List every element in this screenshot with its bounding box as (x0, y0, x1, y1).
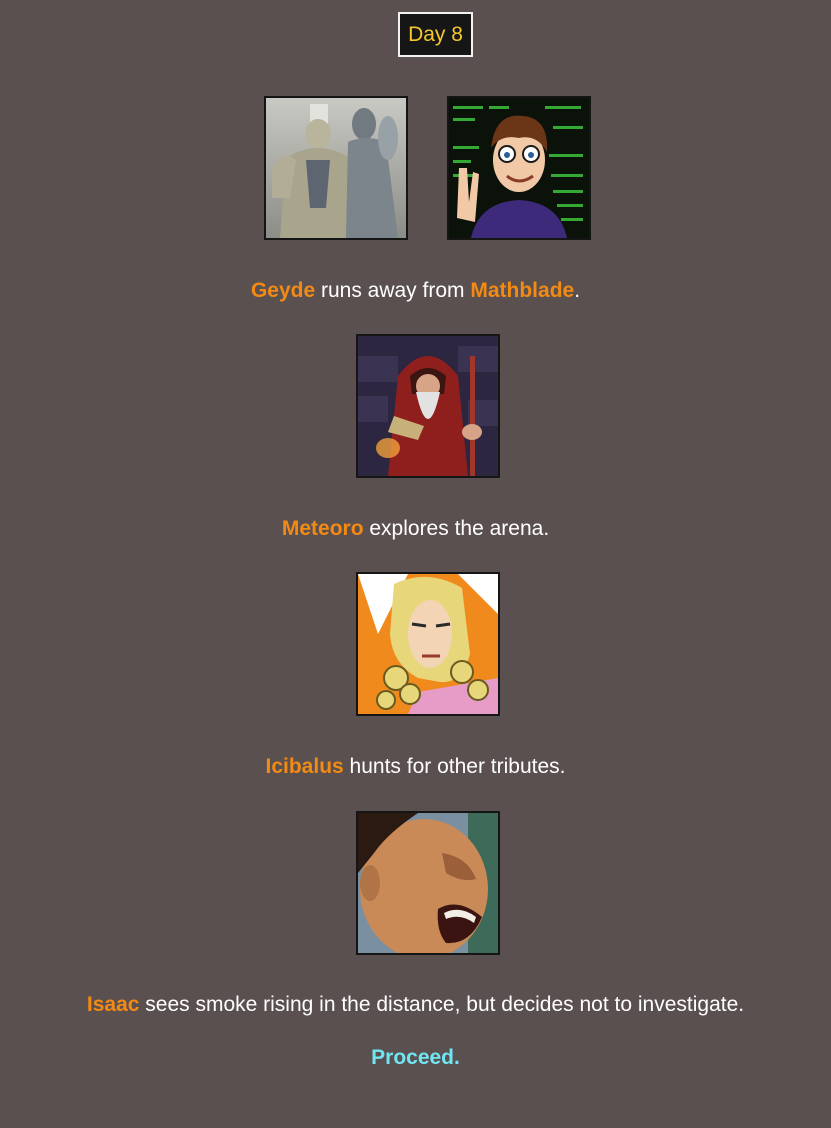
event-text: Isaac sees smoke rising in the distance,… (0, 993, 831, 1017)
event-text: Geyde runs away from Mathblade. (0, 279, 831, 303)
shouting-face-avatar (358, 813, 498, 953)
muscular-figures-avatar (266, 98, 406, 238)
day-label: Day 8 (398, 12, 473, 57)
event-description: runs away from (315, 279, 471, 302)
event-text: Meteoro explores the arena. (0, 517, 831, 541)
event-description: hunts for other tributes. (343, 755, 566, 778)
tribute-avatar-isaac (356, 811, 500, 955)
wizard-avatar (358, 336, 498, 476)
tribute-name: Icibalus (265, 755, 344, 778)
tribute-avatar-geyde (264, 96, 408, 240)
tribute-name: Meteoro (281, 517, 364, 540)
event-description: sees smoke rising in the distance, but d… (139, 993, 745, 1016)
event-description: explores the arena. (363, 517, 550, 540)
tribute-avatar-meteoro (356, 334, 500, 478)
event-punctuation: . (574, 279, 581, 302)
tribute-name: Mathblade (470, 279, 575, 302)
programmer-avatar (449, 98, 589, 238)
event-text: Icibalus hunts for other tributes. (0, 755, 831, 779)
proceed-link[interactable]: Proceed. (0, 1046, 831, 1070)
blonde-character-avatar (358, 574, 498, 714)
tribute-avatar-icibalus (356, 572, 500, 716)
tribute-name: Geyde (250, 279, 316, 302)
tribute-avatar-mathblade (447, 96, 591, 240)
tribute-name: Isaac (86, 993, 140, 1016)
